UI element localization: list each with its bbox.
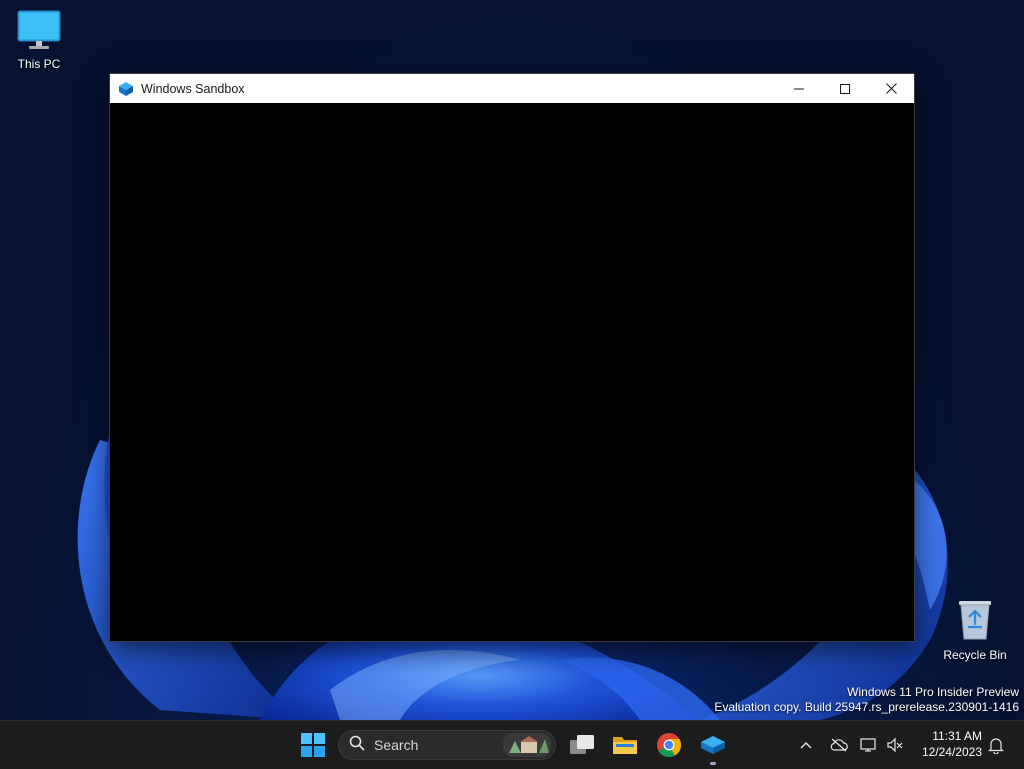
clock-date: 12/24/2023 [921, 745, 982, 759]
network-button[interactable] [858, 721, 880, 769]
evaluation-watermark: Windows 11 Pro Insider Preview Evaluatio… [714, 685, 1019, 715]
sandbox-window[interactable]: Windows Sandbox [109, 73, 915, 642]
window-title: Windows Sandbox [141, 81, 245, 96]
watermark-line-2: Evaluation copy. Build 25947.rs_prerelea… [714, 700, 1019, 714]
task-view-button[interactable] [566, 721, 598, 769]
folder-icon [613, 737, 637, 754]
close-button[interactable] [868, 74, 914, 103]
taskbar-search-box[interactable]: Search [338, 730, 556, 760]
chrome-icon [657, 733, 681, 758]
watermark-line-1: Windows 11 Pro Insider Preview [847, 685, 1019, 699]
desktop-icon-label: This PC [17, 57, 61, 71]
caption-buttons [776, 74, 914, 103]
close-icon [885, 83, 897, 94]
volume-button[interactable] [884, 721, 906, 769]
volume-muted-icon [887, 737, 903, 753]
maximize-button[interactable] [822, 74, 868, 103]
network-icon [860, 738, 876, 752]
onedrive-button[interactable] [828, 721, 850, 769]
task-view-icon [570, 735, 594, 754]
cloud-off-icon [830, 738, 848, 752]
desktop-icon-label: Recycle Bin [943, 648, 1007, 662]
chrome-button[interactable] [653, 721, 685, 769]
sandbox-client-area[interactable] [110, 103, 914, 641]
notifications-button[interactable] [986, 721, 1006, 769]
sandbox-taskbar-button[interactable] [697, 721, 729, 769]
desktop-icon-this-pc[interactable]: This PC [1, 10, 77, 71]
show-hidden-icons-button[interactable] [796, 721, 816, 769]
sandbox-icon [701, 736, 725, 754]
windows-logo-icon [301, 733, 325, 757]
minimize-icon [794, 88, 804, 89]
taskbar-clock[interactable]: 11:31 AM 12/24/2023 [912, 728, 982, 760]
minimize-button[interactable] [776, 74, 822, 103]
maximize-icon [840, 83, 850, 94]
search-placeholder: Search [374, 737, 419, 753]
sandbox-icon [118, 81, 134, 97]
start-button[interactable] [296, 721, 330, 769]
desktop-icon-recycle-bin[interactable]: Recycle Bin [937, 597, 1013, 662]
taskbar: Search 11:31 AM 12/24/2023 [0, 720, 1024, 769]
window-titlebar[interactable]: Windows Sandbox [110, 74, 914, 103]
bell-icon [988, 738, 1004, 754]
search-highlight-icon [503, 733, 551, 762]
search-icon [349, 735, 365, 756]
running-indicator [710, 762, 716, 765]
chevron-up-icon [800, 742, 812, 749]
clock-time: 11:31 AM [932, 729, 982, 743]
monitor-icon [1, 10, 77, 53]
recycle-bin-icon [937, 597, 1013, 644]
file-explorer-button[interactable] [609, 721, 641, 769]
